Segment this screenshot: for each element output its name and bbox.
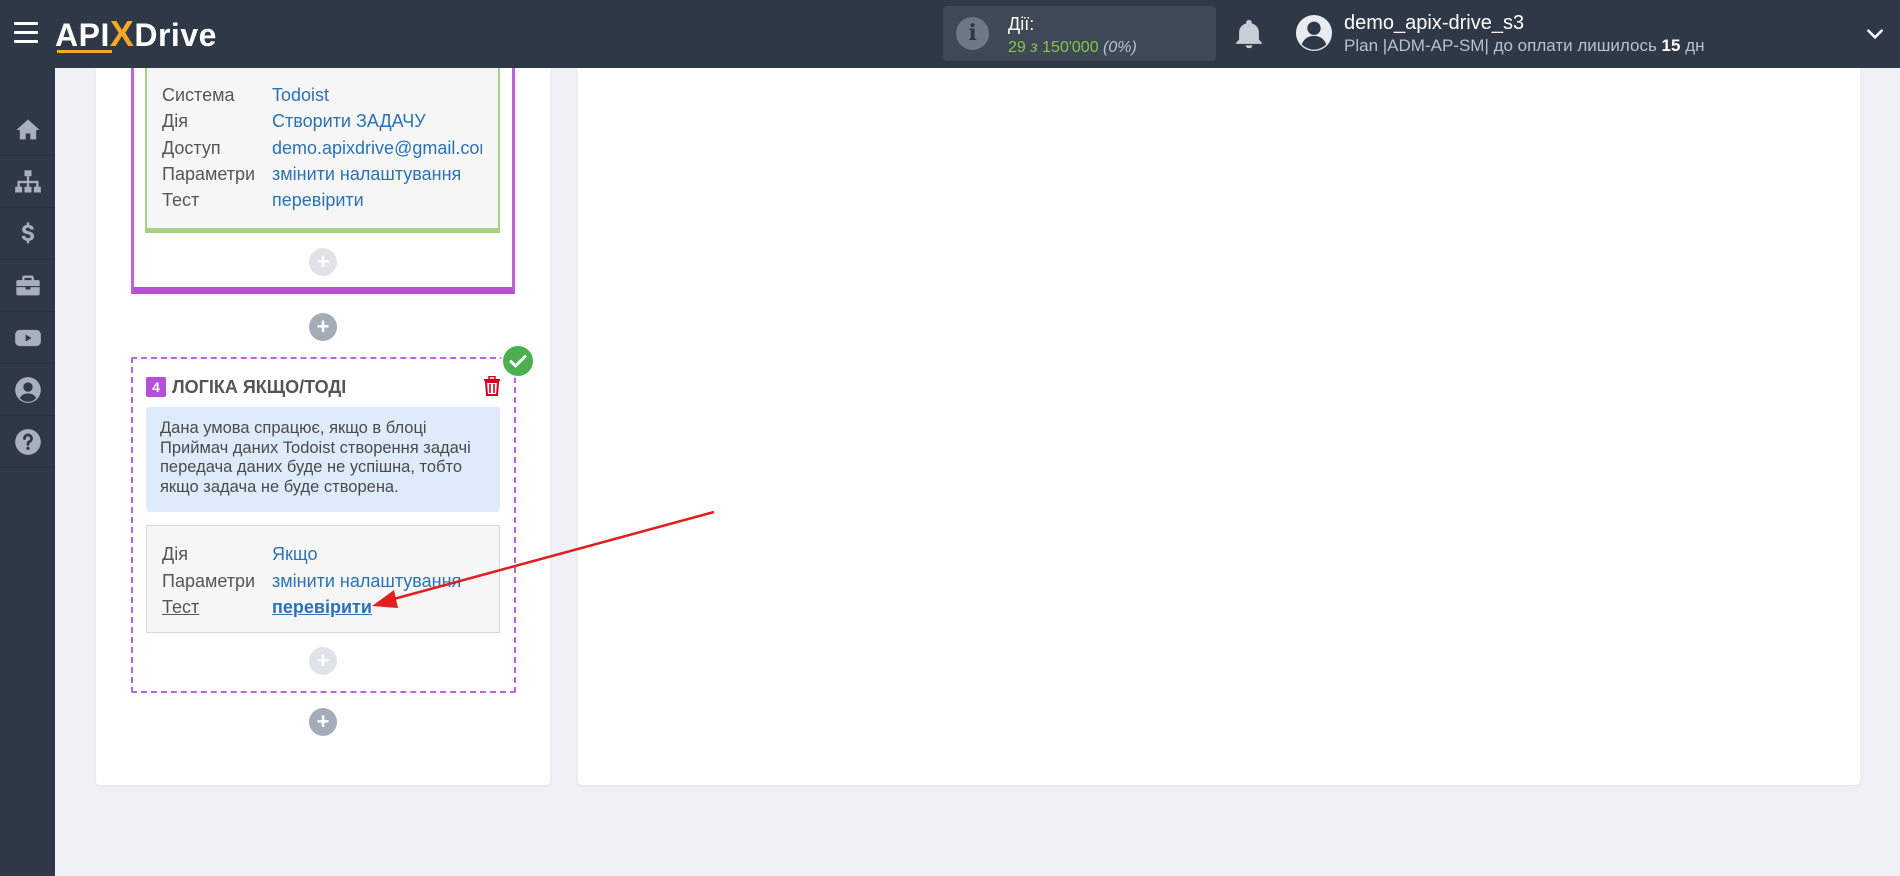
setting-label: Система xyxy=(162,85,235,105)
briefcase-icon xyxy=(15,275,40,295)
youtube-icon xyxy=(14,329,41,346)
user-name[interactable]: demo_apix-drive_s3 xyxy=(1344,12,1524,35)
add-inner-step-button[interactable]: + xyxy=(309,248,337,276)
setting-value-parameters[interactable]: змінити налаштування xyxy=(272,164,461,185)
logo-drive-text: Drive xyxy=(134,17,217,53)
plan-text: Plan |ADM-AP-SM| до оплати лишилось xyxy=(1344,36,1662,55)
setting-label: Параметри xyxy=(162,164,256,184)
sidebar-item-home[interactable] xyxy=(0,104,55,156)
question-circle-icon xyxy=(14,428,41,455)
sidebar-item-connections[interactable] xyxy=(0,156,55,208)
sidebar-item-services[interactable] xyxy=(0,260,55,312)
user-avatar-icon[interactable] xyxy=(1295,14,1333,52)
setting-value-system[interactable]: Todoist xyxy=(272,85,329,106)
setting-label: Дія xyxy=(162,111,188,131)
trash-icon[interactable] xyxy=(483,376,501,396)
actions-title: Дії: xyxy=(1008,14,1035,34)
add-step-button[interactable]: + xyxy=(309,313,337,341)
chevron-down-icon[interactable] xyxy=(1864,24,1886,44)
add-inner-step-button[interactable]: + xyxy=(309,647,337,675)
left-sidebar xyxy=(0,68,55,876)
plan-days-suffix: дн xyxy=(1680,36,1705,55)
add-step-button[interactable]: + xyxy=(309,708,337,736)
notifications-bell-icon[interactable] xyxy=(1232,17,1266,51)
hamburger-menu-icon[interactable] xyxy=(14,22,38,46)
setting-label: Тест xyxy=(162,190,200,210)
logic-block-title: ЛОГІКА ЯКЩО/ТОДІ xyxy=(172,377,347,397)
actions-counter-widget[interactable]: i Дії: 29 з 150'000 (0%) xyxy=(943,6,1216,61)
plan-days-left: 15 xyxy=(1661,36,1681,55)
info-icon: i xyxy=(956,17,989,50)
top-navigation-bar: APIXDrive i Дії: 29 з 150'000 (0%) demo_… xyxy=(0,0,1900,68)
setting-label: Дія xyxy=(162,544,188,564)
logo-api-text: API xyxy=(55,17,110,53)
actions-percent: (0%) xyxy=(1103,39,1137,56)
sidebar-item-video[interactable] xyxy=(0,312,55,364)
logic-condition-description: Дана умова спрацює, якщо в блоці Приймач… xyxy=(146,407,500,512)
user-circle-icon xyxy=(14,376,41,403)
setting-label: Тест xyxy=(162,597,200,617)
step-number-badge: 4 xyxy=(146,377,166,397)
dollar-icon xyxy=(21,221,34,243)
logo-underline xyxy=(57,50,112,53)
sidebar-item-billing[interactable] xyxy=(0,208,55,260)
apix-drive-logo[interactable]: APIXDrive xyxy=(55,13,217,55)
logo-x-text: X xyxy=(109,13,135,54)
sidebar-item-help[interactable] xyxy=(0,416,55,468)
sidebar-item-profile[interactable] xyxy=(0,364,55,416)
setting-value-access[interactable]: demo.apixdrive@gmail.cor xyxy=(272,138,482,159)
content-panel xyxy=(578,68,1860,785)
success-check-icon xyxy=(501,344,535,378)
actions-used: 29 xyxy=(1008,39,1026,56)
logic-value-action[interactable]: Якщо xyxy=(272,544,318,565)
setting-value-action[interactable]: Створити ЗАДАЧУ xyxy=(272,111,426,132)
actions-limit: 150'000 xyxy=(1042,39,1099,56)
logic-value-parameters[interactable]: змінити налаштування xyxy=(272,571,461,592)
home-icon xyxy=(15,119,40,139)
user-plan-info: Plan |ADM-AP-SM| до оплати лишилось 15 д… xyxy=(1344,36,1705,56)
sitemap-icon xyxy=(14,169,41,192)
actions-count: 29 з 150'000 (0%) xyxy=(1008,39,1137,57)
setting-label: Параметри xyxy=(162,571,256,591)
setting-label: Доступ xyxy=(162,138,221,158)
setting-value-test[interactable]: перевірити xyxy=(272,190,364,211)
actions-of: з xyxy=(1030,39,1038,56)
logic-test-link[interactable]: перевірити xyxy=(272,597,372,618)
